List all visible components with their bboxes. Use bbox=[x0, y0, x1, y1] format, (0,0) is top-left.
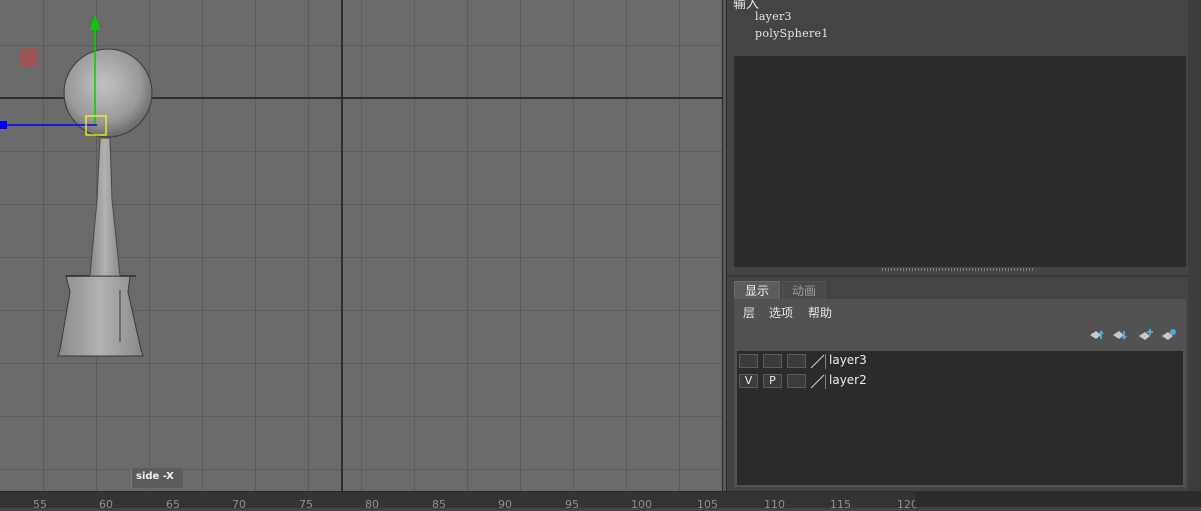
panel-divider bbox=[727, 275, 1201, 277]
layer-row-layer3[interactable]: layer3 bbox=[739, 353, 1179, 370]
input-node-layer3[interactable]: layer3 bbox=[755, 10, 792, 23]
timeline-tick: 75 bbox=[299, 498, 313, 511]
tab-display[interactable]: 显示 bbox=[734, 281, 780, 300]
layer-name[interactable]: layer2 bbox=[829, 373, 867, 387]
camera-label: side -X bbox=[131, 468, 183, 488]
timeline-tick: 105 bbox=[697, 498, 718, 511]
timeline-tick: 85 bbox=[432, 498, 446, 511]
attribute-area bbox=[734, 56, 1186, 267]
display-type-toggle[interactable] bbox=[787, 354, 806, 368]
visibility-toggle[interactable] bbox=[739, 354, 758, 368]
timeline-tick: 115 bbox=[830, 498, 851, 511]
new-empty-layer-icon[interactable] bbox=[1138, 328, 1154, 342]
panel-scroll-strip[interactable] bbox=[1188, 0, 1201, 491]
channel-box-panel: 输入 layer3 polySphere1 显示 动画 层 选项 帮助 laye… bbox=[727, 0, 1201, 491]
scene-svg bbox=[0, 14, 153, 357]
pivot-point bbox=[95, 124, 97, 126]
timeline-tick: 60 bbox=[99, 498, 113, 511]
move-layer-down-icon[interactable] bbox=[1112, 328, 1128, 342]
range-slider[interactable] bbox=[915, 491, 1201, 507]
menu-help[interactable]: 帮助 bbox=[808, 304, 832, 321]
layer-row-layer2[interactable]: V P layer2 bbox=[739, 373, 1179, 390]
timeline-tick: 70 bbox=[232, 498, 246, 511]
tab-anim[interactable]: 动画 bbox=[782, 281, 826, 300]
viewport-side[interactable]: side -X bbox=[0, 0, 722, 491]
model-base[interactable] bbox=[57, 275, 144, 357]
timeline-tick: 55 bbox=[33, 498, 47, 511]
model-stem[interactable] bbox=[89, 137, 121, 277]
panel-splitter-handle[interactable] bbox=[882, 268, 1034, 271]
menu-layers[interactable]: 层 bbox=[743, 304, 755, 321]
model-sphere[interactable] bbox=[63, 48, 153, 138]
layer-name[interactable]: layer3 bbox=[829, 353, 867, 367]
move-layer-up-icon[interactable] bbox=[1089, 328, 1105, 342]
time-slider[interactable]: 55 60 65 70 75 80 85 90 95 100 105 110 1… bbox=[0, 491, 918, 511]
playback-toggle[interactable]: P bbox=[763, 374, 782, 388]
layer-color-swatch-icon[interactable] bbox=[810, 354, 826, 369]
gizmo-z-handle[interactable] bbox=[0, 121, 7, 129]
input-node-polysphere[interactable]: polySphere1 bbox=[755, 27, 829, 40]
timeline-tick: 80 bbox=[365, 498, 379, 511]
layer-color-swatch-icon[interactable] bbox=[810, 374, 826, 389]
timeline-tick: 90 bbox=[498, 498, 512, 511]
timeline-tick: 95 bbox=[565, 498, 579, 511]
visibility-toggle[interactable]: V bbox=[739, 374, 758, 388]
new-layer-selected-icon[interactable] bbox=[1161, 328, 1177, 342]
menu-options[interactable]: 选项 bbox=[769, 304, 793, 321]
timeline-tick: 65 bbox=[166, 498, 180, 511]
layer-list: layer3 V P layer2 bbox=[737, 351, 1183, 485]
gizmo-y-arrow[interactable] bbox=[90, 14, 100, 30]
display-type-toggle[interactable] bbox=[787, 374, 806, 388]
timeline-tick: 110 bbox=[764, 498, 785, 511]
red-marker bbox=[20, 49, 38, 67]
timeline-tick: 100 bbox=[631, 498, 652, 511]
playback-toggle[interactable] bbox=[763, 354, 782, 368]
